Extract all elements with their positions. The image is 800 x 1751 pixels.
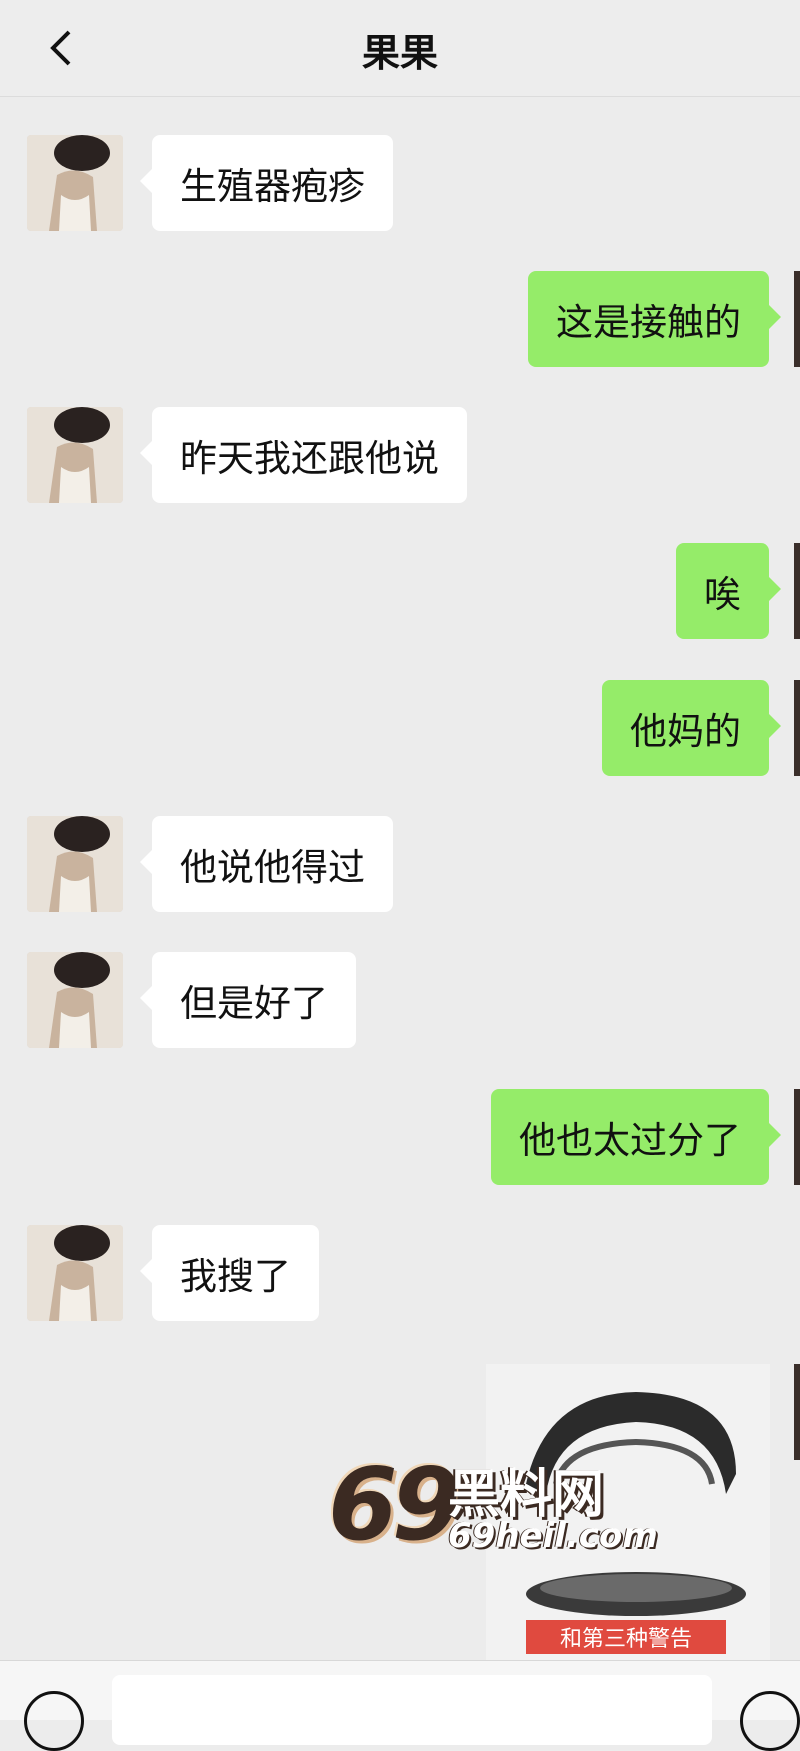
message-input[interactable]	[112, 1675, 712, 1745]
message-bubble-outgoing[interactable]: 唉	[676, 543, 781, 639]
avatar-image	[27, 816, 123, 912]
avatar-image	[27, 135, 123, 231]
chat-header: 果果	[0, 0, 800, 97]
voice-icon[interactable]	[24, 1691, 84, 1751]
self-avatar-edge	[794, 1364, 800, 1460]
message-bubble-incoming[interactable]: 昨天我还跟他说	[140, 407, 467, 503]
contact-avatar[interactable]	[27, 816, 123, 912]
contact-avatar[interactable]	[27, 135, 123, 231]
self-avatar-edge	[794, 271, 800, 367]
self-avatar-edge	[794, 543, 800, 639]
image-message[interactable]: 和第三种警告	[486, 1364, 770, 1660]
avatar-image	[27, 952, 123, 1048]
shared-image	[486, 1364, 770, 1660]
input-bar	[0, 1660, 800, 1751]
self-avatar-edge	[794, 1089, 800, 1185]
message-bubble-incoming[interactable]: 生殖器疱疹	[140, 135, 393, 231]
avatar-image	[27, 1225, 123, 1321]
contact-avatar[interactable]	[27, 1225, 123, 1321]
message-bubble-outgoing[interactable]: 他妈的	[602, 680, 781, 776]
contact-avatar[interactable]	[27, 407, 123, 503]
image-caption: 和第三种警告	[526, 1620, 726, 1654]
emoji-icon[interactable]	[740, 1691, 800, 1751]
contact-avatar[interactable]	[27, 952, 123, 1048]
message-bubble-outgoing[interactable]: 他也太过分了	[491, 1089, 781, 1185]
avatar-image	[27, 407, 123, 503]
watermark-number: 69	[328, 1446, 461, 1563]
chat-title: 果果	[361, 31, 438, 75]
message-bubble-incoming[interactable]: 但是好了	[140, 952, 356, 1048]
message-bubble-incoming[interactable]: 他说他得过	[140, 816, 393, 912]
message-bubble-outgoing[interactable]: 这是接触的	[528, 271, 781, 367]
self-avatar-edge	[794, 680, 800, 776]
message-bubble-incoming[interactable]: 我搜了	[140, 1225, 319, 1321]
